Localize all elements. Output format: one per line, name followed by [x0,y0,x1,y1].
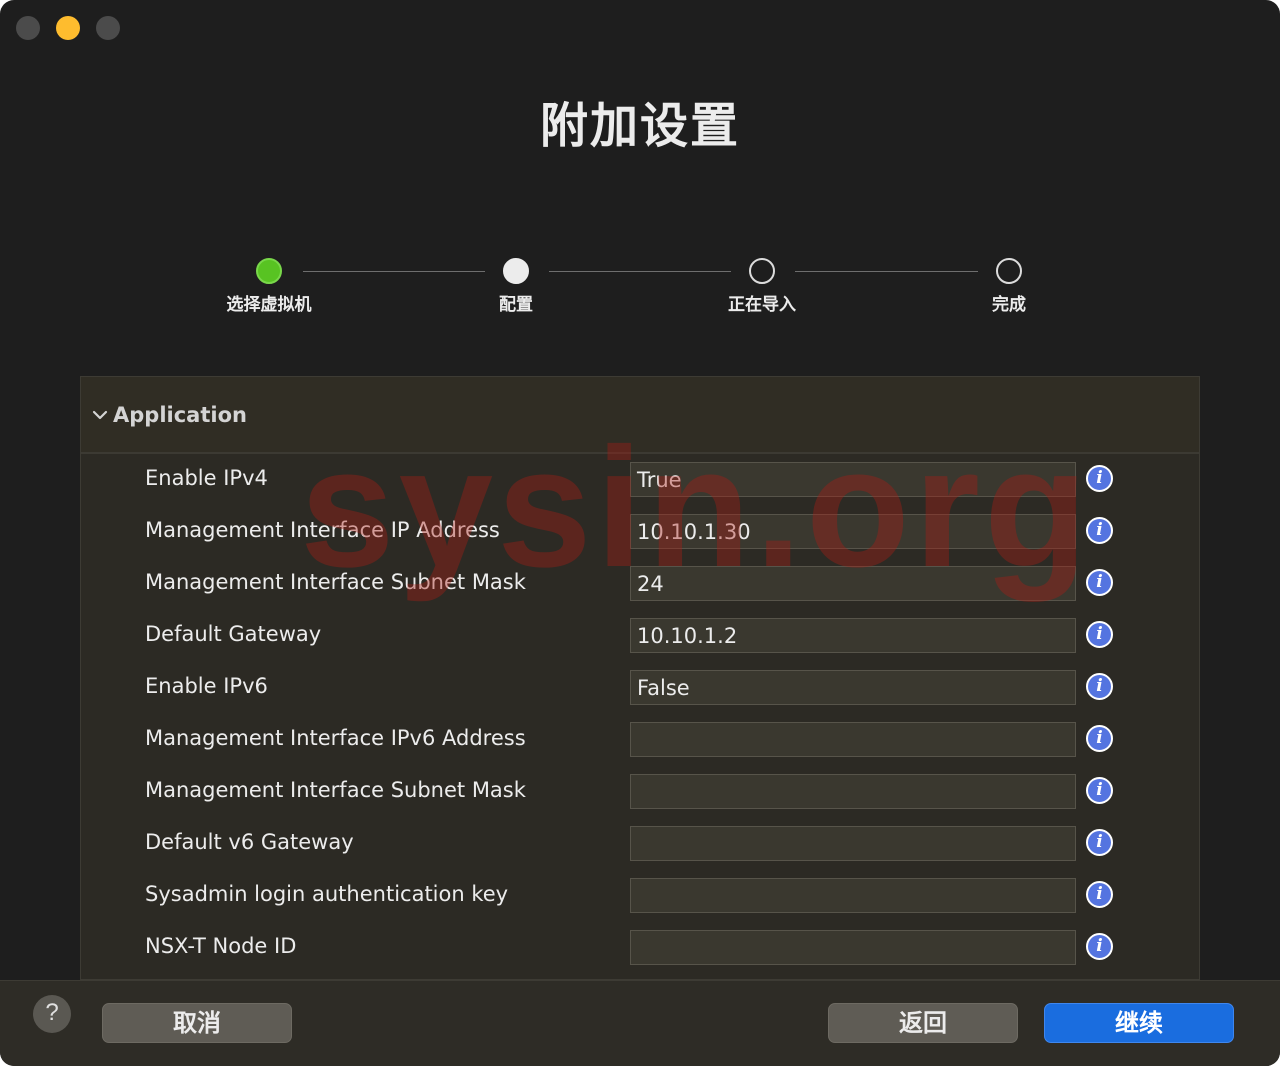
info-icon[interactable]: i [1086,881,1113,908]
property-row: NSX-T Node ID i [81,922,1199,974]
zoom-window-button[interactable] [96,16,120,40]
info-icon[interactable]: i [1086,777,1113,804]
step-finish: 完成 [929,258,1089,315]
installer-window: 附加设置 选择虚拟机 配置 正在导入 完成 Application Enable… [0,0,1280,1066]
property-row: Default v6 Gateway i [81,818,1199,870]
step-pending-indicator [749,258,775,284]
mgmt-subnet-field[interactable]: 24 [630,566,1076,601]
enable-ipv4-field[interactable]: True [630,462,1076,497]
enable-ipv6-field[interactable]: False [630,670,1076,705]
property-label: Default Gateway [145,622,322,646]
back-button[interactable]: 返回 [828,1003,1018,1043]
property-label: Enable IPv4 [145,466,268,490]
property-label: Default v6 Gateway [145,830,354,854]
default-gateway-field[interactable]: 10.10.1.2 [630,618,1076,653]
info-icon[interactable]: i [1086,673,1113,700]
section-title: Application [113,402,247,427]
property-row: Management Interface Subnet Mask 24 i [81,558,1199,610]
info-icon[interactable]: i [1086,933,1113,960]
nsx-node-id-field[interactable] [630,930,1076,965]
info-icon[interactable]: i [1086,829,1113,856]
property-row: Management Interface IP Address 10.10.1.… [81,506,1199,558]
step-done-indicator [256,258,282,284]
step-configure: 配置 [436,258,596,315]
footer-bar: ? 取消 返回 继续 [0,980,1280,1066]
info-icon[interactable]: i [1086,465,1113,492]
info-icon[interactable]: i [1086,621,1113,648]
step-importing: 正在导入 [682,258,842,315]
info-icon[interactable]: i [1086,517,1113,544]
default-v6-gateway-field[interactable] [630,826,1076,861]
mgmt-ip-field[interactable]: 10.10.1.30 [630,514,1076,549]
chevron-down-icon [92,410,108,419]
mgmt-ipv6-subnet-field[interactable] [630,774,1076,809]
step-current-indicator [503,258,529,284]
page-title: 附加设置 [539,98,740,154]
properties-panel: Application Enable IPv4 True i Managemen… [80,376,1200,980]
sysadmin-auth-key-field[interactable] [630,878,1076,913]
step-label: 配置 [499,295,533,315]
step-label: 选择虚拟机 [226,295,312,315]
continue-button[interactable]: 继续 [1044,1003,1234,1043]
close-window-button[interactable] [16,16,40,40]
cancel-button[interactable]: 取消 [102,1003,292,1043]
property-label: Management Interface Subnet Mask [145,570,526,594]
property-row: Enable IPv6 False i [81,662,1199,714]
property-label: Management Interface IP Address [145,518,500,542]
step-pending-indicator [996,258,1022,284]
section-header-application[interactable]: Application [81,377,1199,454]
property-row: Management Interface Subnet Mask i [81,766,1199,818]
info-icon[interactable]: i [1086,569,1113,596]
property-row: Enable IPv4 True i [81,454,1199,506]
property-label: Management Interface Subnet Mask [145,778,526,802]
info-icon[interactable]: i [1086,725,1113,752]
mgmt-ipv6-field[interactable] [630,722,1076,757]
progress-stepper: 选择虚拟机 配置 正在导入 完成 [0,258,1280,318]
step-label: 完成 [992,295,1026,315]
property-label: Management Interface IPv6 Address [145,726,526,750]
property-row: Management Interface IPv6 Address i [81,714,1199,766]
property-label: Sysadmin login authentication key [145,882,509,906]
step-select-vm: 选择虚拟机 [189,258,349,315]
window-controls [16,16,120,40]
property-label: Enable IPv6 [145,674,268,698]
help-button[interactable]: ? [33,995,71,1033]
minimize-window-button[interactable] [56,16,80,40]
step-label: 正在导入 [728,295,796,315]
property-row: Default Gateway 10.10.1.2 i [81,610,1199,662]
property-label: NSX-T Node ID [145,934,297,958]
property-row: Sysadmin login authentication key i [81,870,1199,922]
